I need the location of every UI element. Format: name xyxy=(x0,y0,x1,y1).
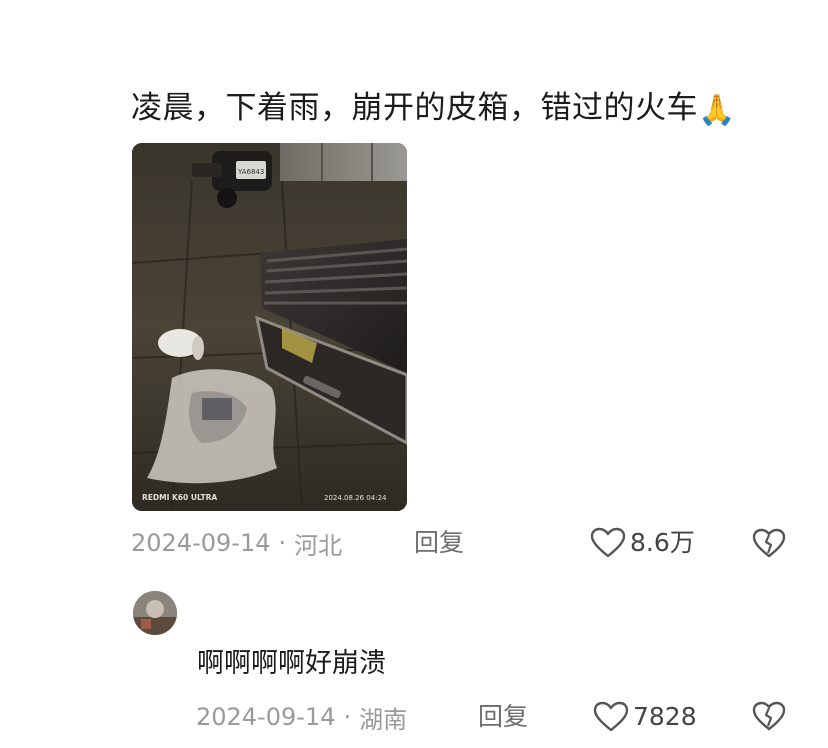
broken-heart-icon xyxy=(752,528,786,558)
reply-dislike-button[interactable] xyxy=(752,700,786,736)
camera-watermark: REDMI K60 ULTRA xyxy=(142,493,217,502)
comment-like-button[interactable]: 8.6万 xyxy=(590,526,695,560)
reply-avatar[interactable] xyxy=(133,591,177,635)
broken-heart-icon xyxy=(752,701,786,731)
reply-reply-button[interactable]: 回复 xyxy=(478,700,528,734)
photo-scene: YA6843 REDMI K60 ULTRA 2024.08.26 04:24 xyxy=(132,143,407,511)
reply-date: 2024-09-14 xyxy=(196,703,336,731)
license-plate: YA6843 xyxy=(237,168,264,176)
comment-meta: 2024-09-14 · 河北 xyxy=(131,526,342,560)
photo-timestamp: 2024.08.26 04:24 xyxy=(324,494,387,502)
reply-meta: 2024-09-14 · 湖南 xyxy=(196,700,407,734)
comment-location: 河北 xyxy=(294,531,343,560)
heart-outline-icon xyxy=(590,527,626,558)
comment-text: 凌晨，下着雨，崩开的皮箱，错过的火车🙏 xyxy=(131,86,736,130)
heart-outline-icon xyxy=(593,701,629,732)
avatar-image xyxy=(133,591,177,635)
reply-like-button[interactable]: 7828 xyxy=(593,700,697,734)
comment-photo[interactable]: YA6843 REDMI K60 ULTRA 2024.08.26 04:24 xyxy=(132,143,407,511)
reply-text: 啊啊啊啊好崩溃 xyxy=(197,648,386,679)
meta-separator: · xyxy=(278,529,287,557)
comment-body: 凌晨，下着雨，崩开的皮箱，错过的火车 xyxy=(131,90,698,126)
comment-reply-button[interactable]: 回复 xyxy=(414,526,464,560)
comment-like-count: 8.6万 xyxy=(630,528,695,557)
comment-dislike-button[interactable] xyxy=(752,527,786,563)
reply-like-count: 7828 xyxy=(633,702,697,731)
reply-location: 湖南 xyxy=(359,705,408,734)
comment-date: 2024-09-14 xyxy=(131,529,271,557)
meta-separator: · xyxy=(343,703,352,731)
folded-hands-emoji: 🙏 xyxy=(698,93,736,128)
